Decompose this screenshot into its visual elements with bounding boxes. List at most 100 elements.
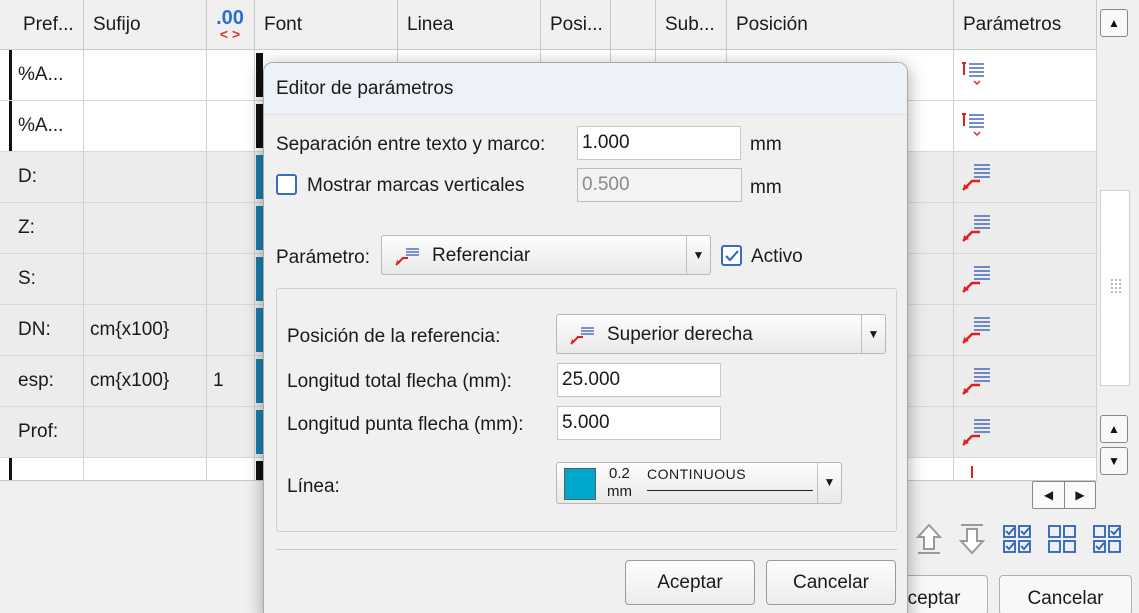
tip-length-label: Longitud punta flecha (mm):: [287, 414, 524, 435]
header-posicion-short[interactable]: Posi...: [541, 0, 611, 50]
invert-selection-icon[interactable]: [1090, 522, 1124, 556]
move-down-icon[interactable]: [955, 522, 989, 556]
line-width-unit: mm: [607, 483, 632, 500]
cell-prefix[interactable]: DN:: [12, 305, 84, 355]
font-color-marker: [256, 359, 263, 403]
font-color-marker: [256, 308, 263, 352]
select-none-icon[interactable]: [1045, 522, 1079, 556]
cell-decimals[interactable]: [207, 203, 255, 253]
cell-decimals[interactable]: [207, 101, 255, 151]
active-label: Activo: [751, 246, 803, 267]
header-prefix[interactable]: Pref...: [14, 0, 84, 50]
cell-decimals[interactable]: 1: [207, 356, 255, 406]
vertical-marks-unit: mm: [750, 177, 782, 198]
tip-length-input[interactable]: 5.000: [557, 406, 721, 440]
reference-parameter-icon[interactable]: [960, 415, 994, 449]
ref-position-label: Posición de la referencia:: [287, 326, 501, 347]
header-sub[interactable]: Sub...: [656, 0, 727, 50]
reference-parameter-icon[interactable]: [960, 364, 994, 398]
cell-suffix[interactable]: [84, 152, 207, 202]
reference-parameter-icon[interactable]: [960, 160, 994, 194]
font-color-marker: [256, 461, 263, 480]
reference-parameter-icon[interactable]: [960, 211, 994, 245]
cell-prefix[interactable]: [12, 458, 84, 480]
font-color-marker: [256, 155, 263, 199]
ref-position-select[interactable]: Superior derecha ▼: [556, 314, 886, 354]
cell-decimals[interactable]: [207, 305, 255, 355]
background-cancel-button[interactable]: Cancelar: [999, 575, 1132, 613]
total-length-input[interactable]: 25.000: [557, 363, 721, 397]
header-font[interactable]: Font: [255, 0, 398, 50]
scroll-thumb[interactable]: [1100, 190, 1130, 386]
vertical-marks-input: 0.500: [577, 168, 742, 202]
header-suffix[interactable]: Sufijo: [84, 0, 207, 50]
line-select[interactable]: 0.2 mm CONTINUOUS ▼: [556, 462, 842, 504]
cell-prefix[interactable]: %A...: [12, 50, 84, 100]
parameter-select[interactable]: Referenciar ▼: [381, 235, 711, 275]
scroll-left-icon[interactable]: ◀: [1033, 482, 1064, 508]
cell-prefix[interactable]: Prof:: [12, 407, 84, 457]
reference-parameter-icon[interactable]: [960, 313, 994, 347]
decimals-icon: .00 < >: [214, 8, 246, 42]
cell-decimals[interactable]: [207, 407, 255, 457]
scroll-up-icon[interactable]: ▲: [1100, 9, 1128, 37]
decimals-icon-bottom: < >: [219, 26, 241, 42]
font-color-marker: [256, 104, 263, 148]
line-width-value: 0.2: [609, 465, 630, 482]
header-parametros[interactable]: Parámetros: [954, 0, 1097, 50]
parameter-select-value: Referenciar: [432, 245, 531, 266]
cell-prefix[interactable]: D:: [12, 152, 84, 202]
separation-label: Separación entre texto y marco:: [276, 134, 546, 155]
font-color-marker: [256, 410, 263, 454]
top-right-reference-icon: [570, 327, 594, 345]
cell-suffix[interactable]: [84, 254, 207, 304]
cell-decimals[interactable]: [207, 458, 255, 480]
parameter-label: Parámetro:: [276, 247, 370, 268]
cell-suffix[interactable]: [84, 203, 207, 253]
select-all-icon[interactable]: [1000, 522, 1034, 556]
line-type-label: CONTINUOUS: [647, 466, 747, 482]
header-posicion[interactable]: Posición: [727, 0, 954, 50]
vertical-marks-checkbox[interactable]: [276, 174, 297, 195]
table-header: Pref... Sufijo .00 < > Font Linea Posi..…: [0, 0, 1097, 50]
list-parameters-icon[interactable]: [960, 109, 994, 143]
cell-suffix[interactable]: [84, 50, 207, 100]
cell-suffix[interactable]: cm{x100}: [84, 356, 207, 406]
move-up-icon[interactable]: [912, 522, 946, 556]
parameter-icon-partial[interactable]: [960, 466, 994, 480]
check-icon: [725, 250, 739, 262]
cell-suffix[interactable]: [84, 458, 207, 480]
dialog-title: Editor de parámetros: [264, 63, 907, 115]
total-length-label: Longitud total flecha (mm):: [287, 371, 512, 392]
chevron-down-icon[interactable]: ▼: [686, 236, 710, 274]
horizontal-scroll-buttons: ◀ ▶: [1032, 481, 1096, 509]
reference-parameter-icon[interactable]: [960, 262, 994, 296]
accept-button[interactable]: Aceptar: [625, 560, 755, 605]
parameter-editor-dialog: Editor de parámetros Separación entre te…: [263, 62, 908, 613]
cell-decimals[interactable]: [207, 152, 255, 202]
separation-input[interactable]: 1.000: [577, 126, 741, 160]
cell-prefix[interactable]: %A...: [12, 101, 84, 151]
chevron-down-icon[interactable]: ▼: [861, 315, 885, 353]
scroll-up-icon-2[interactable]: ▲: [1100, 415, 1128, 443]
line-label: Línea:: [287, 476, 340, 497]
cell-prefix[interactable]: Z:: [12, 203, 84, 253]
chevron-down-icon[interactable]: ▼: [817, 463, 841, 503]
cell-decimals[interactable]: [207, 50, 255, 100]
cell-suffix[interactable]: [84, 407, 207, 457]
cell-prefix[interactable]: esp:: [12, 356, 84, 406]
scroll-right-icon[interactable]: ▶: [1064, 482, 1095, 508]
list-parameters-icon[interactable]: [960, 58, 994, 92]
reference-icon: [395, 248, 419, 266]
header-linea[interactable]: Linea: [398, 0, 541, 50]
header-empty[interactable]: [611, 0, 656, 50]
cancel-button[interactable]: Cancelar: [766, 560, 896, 605]
active-checkbox[interactable]: [721, 245, 742, 266]
cell-suffix[interactable]: cm{x100}: [84, 305, 207, 355]
cell-prefix[interactable]: S:: [12, 254, 84, 304]
dialog-separator: [276, 549, 897, 550]
cell-suffix[interactable]: [84, 101, 207, 151]
grip-icon: [1111, 279, 1121, 293]
scroll-down-icon[interactable]: ▼: [1100, 447, 1128, 475]
cell-decimals[interactable]: [207, 254, 255, 304]
